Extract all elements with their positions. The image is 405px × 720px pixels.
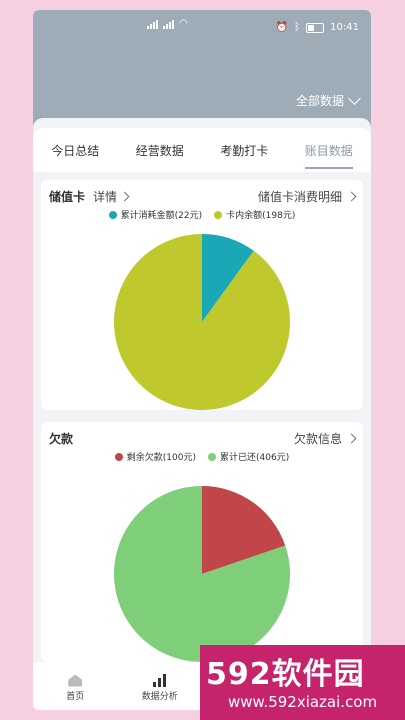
home-icon (66, 671, 84, 687)
battery-icon (306, 22, 325, 33)
pie-chart (113, 486, 290, 662)
phone-frame: ◠ ⏰ ᛒ 10:41 全部数据 今日总结 经营数据 考勤打卡 账目数据 储值卡 (33, 10, 371, 710)
nav-label: 首页 (66, 691, 85, 702)
pie-slice-2 (114, 234, 290, 410)
filter-label: 全部数据 (295, 94, 344, 108)
tab-bar: 今日总结 经营数据 考勤打卡 账目数据 (33, 128, 371, 172)
chevron-down-icon (348, 92, 361, 105)
watermark-text: 592软件园 (206, 657, 365, 692)
bar-chart-icon (151, 671, 169, 687)
tab-today-summary[interactable]: 今日总结 (51, 136, 99, 165)
bluetooth-icon: ᛒ (294, 22, 301, 33)
status-right: ⏰ ᛒ 10:41 (276, 22, 359, 33)
alarm-icon: ⏰ (275, 22, 289, 33)
nav-home[interactable]: 首页 (45, 671, 105, 702)
signal-group: ◠ (147, 18, 188, 29)
status-time: 10:41 (330, 22, 359, 33)
wifi-icon: ◠ (179, 18, 188, 29)
content-sheet: 今日总结 经营数据 考勤打卡 账目数据 储值卡 详情 储值卡消费明细 累计消耗金… (33, 118, 371, 710)
nav-data-analysis[interactable]: 数据分析 (130, 671, 190, 702)
tab-business-data[interactable]: 经营数据 (136, 136, 184, 165)
debt-card: 欠款 欠款信息 剩余欠款(100元) 累计已还(406元) (41, 422, 363, 662)
data-filter-dropdown[interactable]: 全部数据 (295, 92, 361, 109)
signal-icon (163, 19, 175, 29)
stored-value-card: 储值卡 详情 储值卡消费明细 累计消耗金额(22元) 卡内余额(198元) (41, 180, 363, 410)
nav-label: 数据分析 (141, 691, 178, 702)
pie-chart (114, 234, 290, 410)
watermark-logo: 592软件园 www.592xiazai.com (200, 645, 405, 720)
status-bar: ◠ ⏰ ᛒ 10:41 (33, 10, 371, 48)
tab-account-data[interactable]: 账目数据 (304, 136, 353, 169)
tab-attendance[interactable]: 考勤打卡 (220, 136, 268, 165)
watermark-url: www.592xiazai.com (228, 693, 378, 711)
signal-icon (147, 19, 159, 29)
